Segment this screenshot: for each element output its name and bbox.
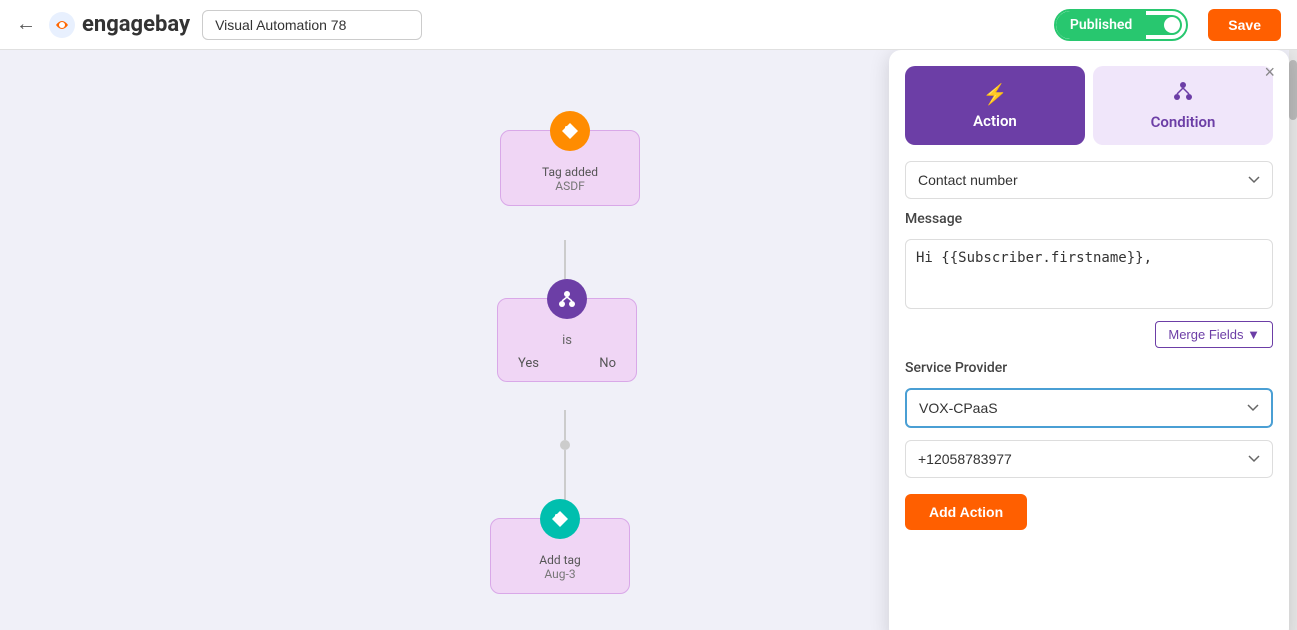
phone-number-select[interactable]: +12058783977 +15551234567 bbox=[905, 440, 1273, 478]
merge-fields-label: Merge Fields ▼ bbox=[1168, 327, 1260, 342]
panel-close-button[interactable]: × bbox=[1264, 62, 1275, 83]
merge-fields-button[interactable]: Merge Fields ▼ bbox=[1155, 321, 1273, 348]
add-tag-label: Add tag bbox=[507, 553, 613, 567]
condition-icon bbox=[547, 279, 587, 319]
tag-added-sublabel: ASDF bbox=[517, 179, 623, 193]
automation-title-input[interactable] bbox=[202, 10, 422, 40]
published-toggle-container: Published bbox=[1054, 9, 1188, 41]
add-action-button[interactable]: Add Action bbox=[905, 494, 1027, 530]
logo-text: engagebay bbox=[82, 12, 190, 37]
tab-condition[interactable]: Condition bbox=[1093, 66, 1273, 145]
add-tag-sublabel: Aug-3 bbox=[507, 567, 613, 581]
panel-body: Contact number Phone Mobile Message Hi {… bbox=[889, 145, 1289, 630]
service-provider-label: Service Provider bbox=[905, 360, 1273, 376]
condition-tab-icon bbox=[1172, 80, 1194, 107]
published-label: Published bbox=[1056, 11, 1146, 39]
tab-action[interactable]: ⚡ Action bbox=[905, 66, 1085, 145]
panel-tabs: ⚡ Action Condition bbox=[889, 50, 1289, 145]
tag-added-label: Tag added bbox=[517, 165, 623, 179]
action-panel: × ⚡ Action Condition bbox=[889, 50, 1289, 630]
toggle-knob bbox=[1164, 17, 1180, 33]
condition-is-label: is bbox=[518, 333, 616, 348]
message-field-label: Message bbox=[905, 211, 1273, 227]
tag-added-icon bbox=[550, 111, 590, 151]
add-tag-icon bbox=[540, 499, 580, 539]
no-branch-label: No bbox=[599, 356, 616, 371]
message-textarea[interactable]: Hi {{Subscriber.firstname}}, bbox=[905, 239, 1273, 309]
condition-node[interactable]: is Yes No bbox=[497, 298, 637, 382]
header: ← engagebay Published Save bbox=[0, 0, 1297, 50]
contact-number-select[interactable]: Contact number Phone Mobile bbox=[905, 161, 1273, 199]
tab-action-label: Action bbox=[973, 112, 1017, 130]
logo-icon bbox=[48, 11, 76, 39]
add-tag-node[interactable]: Add tag Aug-3 bbox=[490, 518, 630, 594]
save-button[interactable]: Save bbox=[1208, 9, 1281, 41]
back-button[interactable]: ← bbox=[16, 13, 36, 36]
action-icon: ⚡ bbox=[983, 82, 1008, 106]
tag-added-node[interactable]: Tag added ASDF bbox=[500, 130, 640, 206]
service-provider-select[interactable]: VOX-CPaaS Twilio Nexmo bbox=[905, 388, 1273, 428]
canvas: + Tag added ASDF is bbox=[0, 50, 1297, 630]
yes-branch-label: Yes bbox=[518, 356, 539, 371]
tab-condition-label: Condition bbox=[1151, 113, 1216, 131]
logo: engagebay bbox=[48, 11, 190, 39]
scrollbar-thumb bbox=[1289, 60, 1297, 120]
scrollbar-track[interactable] bbox=[1289, 50, 1297, 630]
published-toggle[interactable] bbox=[1146, 15, 1182, 35]
